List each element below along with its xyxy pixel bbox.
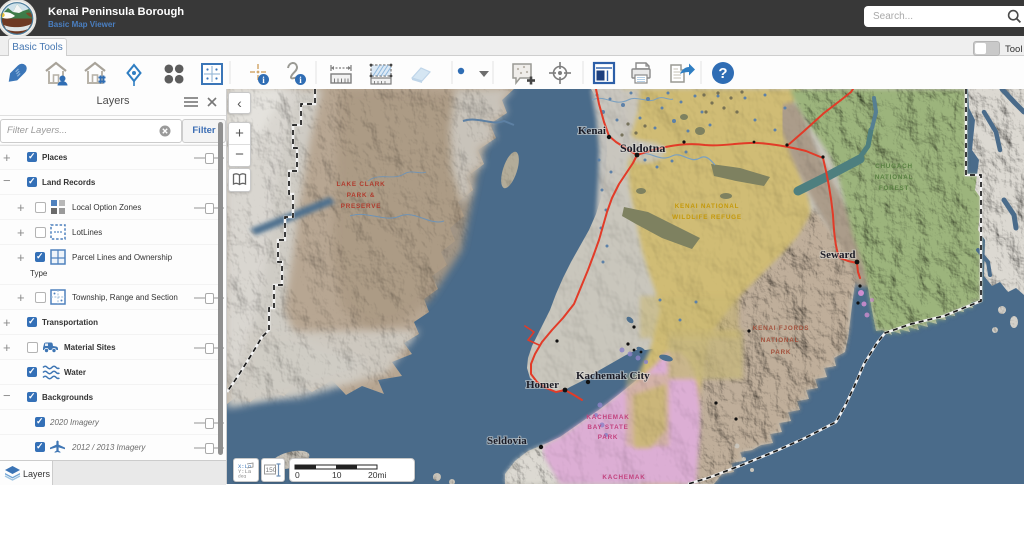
svg-text:Homer: Homer <box>526 379 559 391</box>
svg-text:KACHEMAK: KACHEMAK <box>602 474 645 481</box>
svg-text:PARK: PARK <box>771 349 792 356</box>
svg-text:KACHEMAK: KACHEMAK <box>586 414 629 421</box>
svg-text:WILDLIFE REFUGE: WILDLIFE REFUGE <box>672 214 742 221</box>
svg-text:20mi: 20mi <box>368 470 387 480</box>
svg-text:Seward: Seward <box>820 249 855 261</box>
svg-text:Seldovia: Seldovia <box>487 435 527 447</box>
svg-text:Soldotna: Soldotna <box>620 141 665 155</box>
svg-text:deg: deg <box>238 474 246 479</box>
svg-text:150: 150 <box>266 467 277 474</box>
svg-text:PRESERVE: PRESERVE <box>341 203 382 210</box>
svg-text:10: 10 <box>332 470 342 480</box>
svg-text:Kachemak City: Kachemak City <box>576 370 650 382</box>
svg-text:PARK: PARK <box>598 434 619 441</box>
svg-text:NATIONAL: NATIONAL <box>875 174 913 181</box>
svg-text:BAY STATE: BAY STATE <box>587 424 628 431</box>
svg-text:KENAI NATIONAL: KENAI NATIONAL <box>675 203 740 210</box>
svg-text:FOREST: FOREST <box>879 185 909 192</box>
svg-text:Kenai: Kenai <box>578 125 606 137</box>
svg-text:NATIONAL: NATIONAL <box>761 337 799 344</box>
svg-text:LAKE CLARK: LAKE CLARK <box>337 181 386 188</box>
svg-text:PARK &: PARK & <box>347 192 375 199</box>
svg-text:?: ? <box>718 65 727 82</box>
svg-text:0: 0 <box>295 470 300 480</box>
svg-text:CHUGACH: CHUGACH <box>875 163 913 170</box>
svg-text:KENAI FJORDS: KENAI FJORDS <box>753 325 809 332</box>
